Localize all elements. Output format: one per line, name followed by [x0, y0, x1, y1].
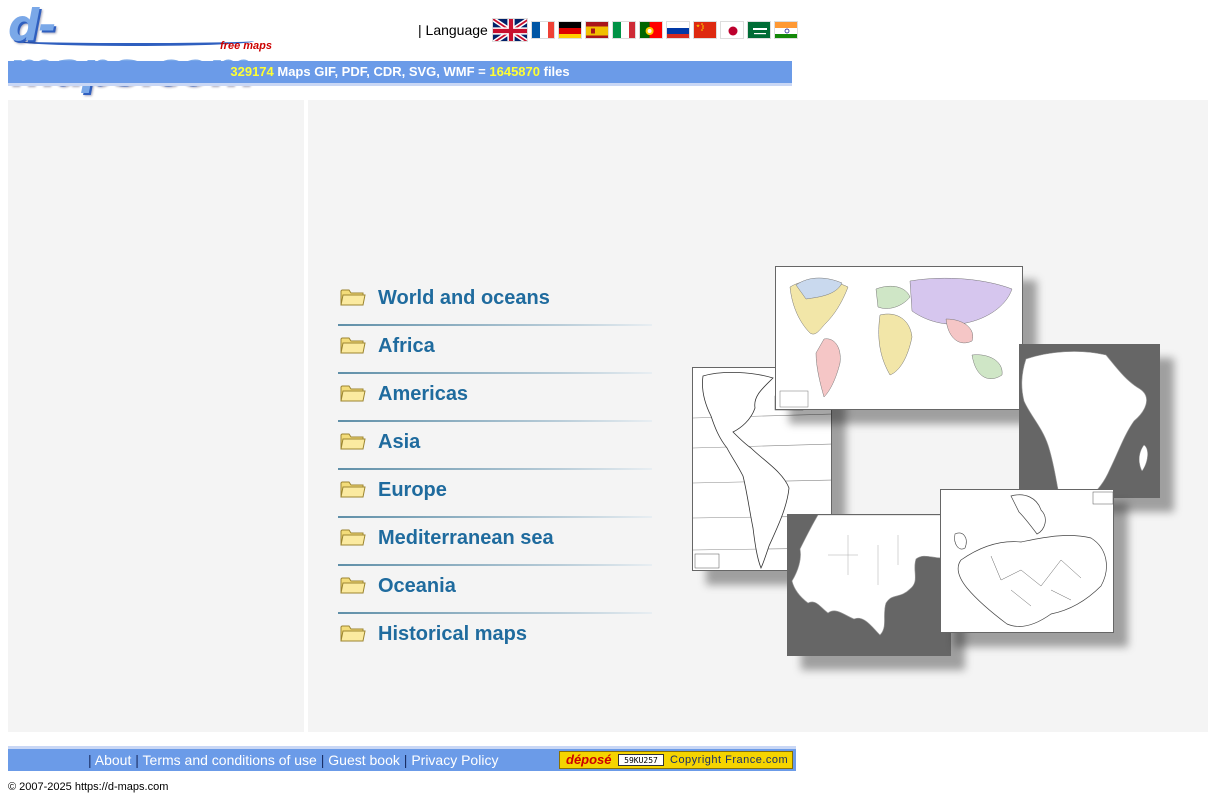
stats-banner: 329174 Maps GIF, PDF, CDR, SVG, WMF = 16… — [8, 61, 792, 86]
menu-divider — [338, 372, 652, 374]
menu-divider — [338, 324, 652, 326]
map-collage — [690, 264, 1180, 674]
spanish-flag-icon[interactable] — [584, 21, 609, 39]
menu-item-mediterranean-sea[interactable]: Mediterranean sea — [338, 523, 652, 571]
maps-count: 329174 — [230, 64, 274, 79]
folder-icon — [340, 288, 366, 306]
footer-separator: | — [88, 752, 92, 768]
menu-item-label[interactable]: Historical maps — [378, 623, 527, 646]
russian-flag-icon[interactable] — [665, 21, 690, 39]
menu-item-historical-maps[interactable]: Historical maps — [338, 619, 652, 667]
badge-id: 59KU257 — [618, 754, 664, 766]
menu-item-label[interactable]: Mediterranean sea — [378, 527, 554, 550]
footer-bar: | About | Terms and conditions of use | … — [8, 746, 796, 771]
badge-brand: Copyright France.com — [670, 754, 789, 766]
site-logo[interactable]: d-maps.com free maps — [8, 4, 276, 92]
menu-divider — [338, 564, 652, 566]
menu-item-label[interactable]: Europe — [378, 479, 447, 502]
asia-map-thumbnail[interactable] — [787, 514, 951, 656]
folder-icon — [340, 432, 366, 450]
portuguese-flag-icon[interactable] — [638, 21, 663, 39]
folder-icon — [340, 480, 366, 498]
badge-depose: déposé — [566, 752, 612, 767]
left-panel — [8, 100, 304, 732]
copyright-line: © 2007-2025 https://d-maps.com — [8, 781, 169, 793]
menu-item-label[interactable]: Africa — [378, 335, 435, 358]
region-menu: World and oceans Africa Americas Asia Eu… — [338, 283, 652, 667]
guestbook-link[interactable]: Guest book — [328, 752, 400, 768]
footer-links: | About | Terms and conditions of use | … — [88, 752, 498, 768]
language-label: | Language — [418, 22, 488, 38]
files-text: files — [540, 64, 570, 79]
folder-icon — [340, 528, 366, 546]
menu-item-asia[interactable]: Asia — [338, 427, 652, 475]
menu-divider — [338, 516, 652, 518]
africa-map-thumbnail[interactable] — [1019, 344, 1160, 498]
menu-item-americas[interactable]: Americas — [338, 379, 652, 427]
folder-icon — [340, 624, 366, 642]
menu-divider — [338, 468, 652, 470]
japanese-flag-icon[interactable] — [719, 21, 744, 39]
privacy-link[interactable]: Privacy Policy — [411, 752, 498, 768]
folder-icon — [340, 576, 366, 594]
menu-item-label[interactable]: World and oceans — [378, 287, 550, 310]
menu-item-label[interactable]: Asia — [378, 431, 420, 454]
about-link[interactable]: About — [95, 752, 132, 768]
folder-icon — [340, 384, 366, 402]
menu-item-africa[interactable]: Africa — [338, 331, 652, 379]
logo-subtitle: free maps — [220, 40, 272, 52]
menu-item-oceania[interactable]: Oceania — [338, 571, 652, 619]
indian-flag-icon[interactable] — [773, 21, 798, 39]
folder-icon — [340, 336, 366, 354]
maps-text: Maps GIF, PDF, CDR, SVG, WMF = — [273, 64, 490, 79]
arabic-flag-icon[interactable] — [746, 21, 771, 39]
footer-separator: | — [320, 752, 325, 768]
english-flag-icon[interactable] — [491, 18, 528, 42]
europe-map-thumbnail[interactable] — [940, 489, 1114, 633]
footer-separator: | — [403, 752, 408, 768]
terms-link[interactable]: Terms and conditions of use — [143, 752, 317, 768]
menu-item-world-and-oceans[interactable]: World and oceans — [338, 283, 652, 331]
german-flag-icon[interactable] — [557, 21, 582, 39]
menu-divider — [338, 420, 652, 422]
italian-flag-icon[interactable] — [611, 21, 636, 39]
world-map-thumbnail[interactable] — [775, 266, 1023, 410]
footer-separator: | — [135, 752, 139, 768]
menu-divider — [338, 612, 652, 614]
menu-item-label[interactable]: Americas — [378, 383, 468, 406]
menu-item-label[interactable]: Oceania — [378, 575, 456, 598]
french-flag-icon[interactable] — [530, 21, 555, 39]
chinese-flag-icon[interactable] — [692, 21, 717, 39]
language-selector: | Language — [418, 18, 801, 42]
menu-item-europe[interactable]: Europe — [338, 475, 652, 523]
files-count: 1645870 — [489, 64, 540, 79]
copyright-france-badge[interactable]: déposé 59KU257 Copyright France.com — [559, 751, 793, 769]
